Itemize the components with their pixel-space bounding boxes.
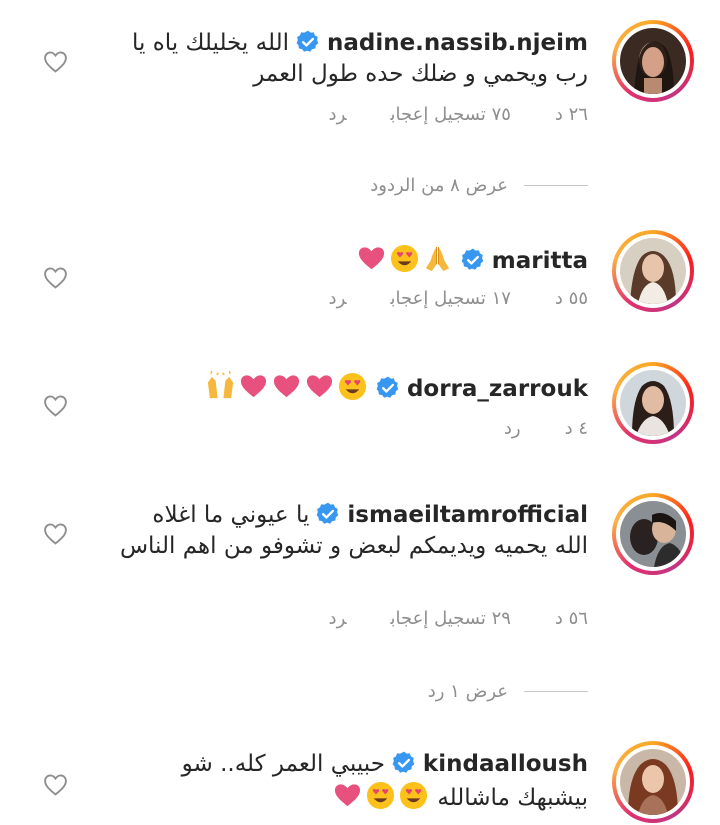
- comment-text: maritta: [118, 243, 588, 277]
- reply-button[interactable]: رد: [329, 608, 347, 629]
- heart-eyes-emoji: [399, 781, 428, 810]
- folded-hands-emoji: [425, 246, 449, 272]
- username[interactable]: nadine.nassib.njeim: [327, 30, 588, 56]
- comment-text: kindaalloushحبيبي العمر كله.. شو بيشبهك …: [118, 749, 588, 814]
- view-replies-label[interactable]: عرض ١ رد: [428, 681, 508, 702]
- heart-icon[interactable]: [43, 773, 68, 796]
- pink-heart-emoji: [306, 375, 333, 398]
- heart-icon[interactable]: [43, 266, 68, 289]
- view-replies-label[interactable]: عرض ٨ من الردود: [370, 175, 508, 196]
- divider: [524, 690, 588, 693]
- username[interactable]: maritta: [492, 248, 588, 274]
- avatar[interactable]: [612, 20, 694, 102]
- comment-time: ٥٦ د: [554, 608, 588, 629]
- comment-meta: ٤ د رد: [504, 418, 588, 439]
- view-replies-button[interactable]: عرض ٨ من الردود: [370, 175, 588, 196]
- username[interactable]: kindaalloush: [423, 751, 588, 777]
- reply-button[interactable]: رد: [504, 418, 521, 439]
- pink-heart-emoji: [240, 375, 267, 398]
- comment-meta: ٥٥ د ١٧ تسجيل إعجاب رد: [329, 288, 588, 309]
- like-count[interactable]: ١٧ تسجيل إعجاب: [391, 288, 511, 309]
- avatar[interactable]: [612, 362, 694, 444]
- verified-badge-icon: [317, 502, 339, 524]
- verified-badge-icon: [376, 376, 399, 398]
- heart-icon[interactable]: [43, 522, 68, 545]
- comment-time: ٢٦ د: [554, 104, 588, 125]
- username[interactable]: ismaeiltamrofficial: [347, 502, 588, 528]
- heart-eyes-emoji: [338, 372, 367, 401]
- comment-text: nadine.nassib.njeimالله يخليلك ياه يا رب…: [118, 28, 588, 90]
- verified-badge-icon: [392, 751, 415, 773]
- avatar[interactable]: [612, 230, 694, 312]
- like-count[interactable]: ٧٥ تسجيل إعجاب: [391, 104, 511, 125]
- pink-heart-emoji: [334, 784, 361, 807]
- raised-hands-emoji: [207, 371, 234, 399]
- comment-time: ٤ د: [564, 418, 588, 439]
- heart-eyes-emoji: [390, 244, 418, 273]
- comment-text: dorra_zarrouk: [118, 371, 588, 405]
- heart-eyes-emoji: [366, 781, 395, 810]
- reply-button[interactable]: رد: [329, 104, 347, 125]
- heart-icon[interactable]: [43, 394, 68, 417]
- verified-badge-icon: [296, 30, 319, 52]
- like-count[interactable]: ٢٩ تسجيل إعجاب: [391, 608, 511, 629]
- comment-meta: ٥٦ د ٢٩ تسجيل إعجاب رد: [329, 608, 588, 629]
- heart-icon[interactable]: [43, 50, 68, 73]
- comment-meta: ٢٦ د ٧٥ تسجيل إعجاب رد: [329, 104, 588, 125]
- divider: [524, 184, 588, 187]
- verified-badge-icon: [461, 248, 484, 270]
- comment-time: ٥٥ د: [554, 288, 588, 309]
- pink-heart-emoji: [358, 247, 384, 270]
- reply-button[interactable]: رد: [329, 288, 347, 309]
- pink-heart-emoji: [273, 375, 300, 398]
- avatar[interactable]: [612, 493, 694, 575]
- avatar[interactable]: [612, 741, 694, 823]
- view-replies-button[interactable]: عرض ١ رد: [428, 681, 588, 702]
- username[interactable]: dorra_zarrouk: [407, 376, 588, 402]
- comment-text: ismaeiltamrofficialيا عيوني ما اغلاه الل…: [118, 500, 588, 562]
